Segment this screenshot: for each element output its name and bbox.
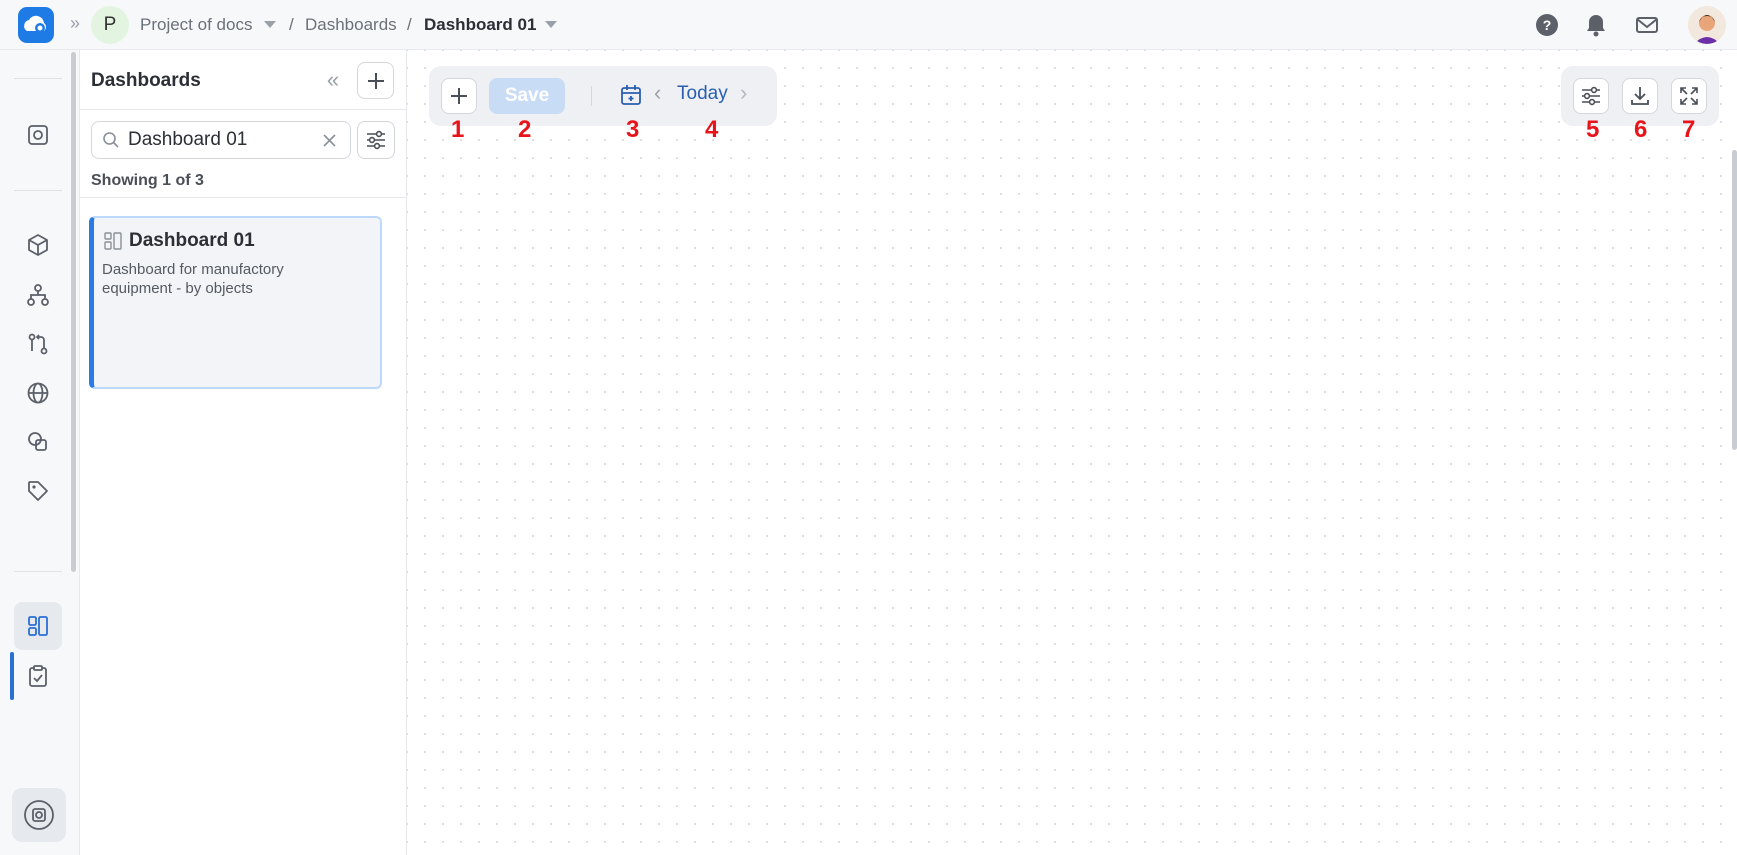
download-button[interactable] <box>1622 78 1658 114</box>
rail-item-globe[interactable] <box>14 369 62 417</box>
bell-icon[interactable] <box>1583 12 1609 38</box>
annotation-label: 5 <box>1586 116 1600 143</box>
project-avatar[interactable]: P <box>91 6 129 44</box>
rail-item-compare[interactable] <box>14 320 62 368</box>
divider <box>80 197 407 198</box>
results-count: Showing 1 of 3 <box>91 172 204 189</box>
globe-icon <box>27 382 49 404</box>
search-field[interactable] <box>91 121 351 159</box>
plus-icon <box>367 72 384 89</box>
add-dashboard-button[interactable] <box>357 62 394 99</box>
git-compare-icon <box>28 333 48 355</box>
shapes-icon <box>28 432 47 451</box>
dashboard-canvas[interactable] <box>407 50 1737 855</box>
rail-item-objects[interactable] <box>14 221 62 269</box>
list-item[interactable]: Dashboard 01 Dashboard for manufactory e… <box>89 216 382 389</box>
divider <box>80 109 407 110</box>
rail-item-overview[interactable] <box>14 111 62 159</box>
chevron-down-icon[interactable] <box>264 21 276 28</box>
top-bar: » P Project of docs / Dashboards / Dashb… <box>0 0 1737 50</box>
dashboard-toolbar: Save ‹ Today › <box>429 66 777 126</box>
dashboards-panel: Dashboards « Showing 1 of 3 Dashb <box>80 50 407 855</box>
plus-icon <box>451 88 467 104</box>
chevron-down-icon[interactable] <box>545 21 557 28</box>
calendar-icon[interactable] <box>619 83 643 107</box>
close-icon[interactable] <box>322 133 337 148</box>
clipboard-check-icon <box>29 665 47 687</box>
annotation-label: 3 <box>626 116 640 143</box>
rail-item-hierarchy[interactable] <box>14 271 62 319</box>
left-rail <box>0 50 80 855</box>
rail-item-shapes[interactable] <box>14 418 62 466</box>
annotation-label: 1 <box>451 116 465 143</box>
mail-icon[interactable] <box>1634 12 1660 38</box>
dashboard-icon <box>28 616 48 636</box>
add-widget-button[interactable] <box>441 78 477 114</box>
annotation-label: 2 <box>518 116 532 143</box>
dashboard-icon <box>104 232 122 250</box>
divider <box>14 571 62 572</box>
rail-item-tasks[interactable] <box>14 652 62 700</box>
save-button[interactable]: Save <box>489 78 565 114</box>
list-item-title: Dashboard 01 <box>129 230 255 251</box>
breadcrumb-dashboards[interactable]: Dashboards <box>305 15 397 35</box>
rail-item-settings[interactable] <box>12 788 66 842</box>
annotation-label: 7 <box>1682 116 1696 143</box>
expand-icon <box>1680 87 1698 105</box>
divider <box>14 190 62 191</box>
svg-text:?: ? <box>1543 17 1552 33</box>
annotation-label: 6 <box>1634 116 1648 143</box>
tag-icon <box>28 481 48 501</box>
rail-item-dashboards[interactable] <box>14 602 62 650</box>
date-label[interactable]: Today <box>677 83 728 105</box>
expand-icon[interactable]: » <box>70 13 80 34</box>
filter-button[interactable] <box>357 121 395 159</box>
download-icon <box>1631 87 1649 105</box>
annotation-label: 4 <box>705 116 719 143</box>
breadcrumb-separator: / <box>407 15 412 34</box>
sliders-icon <box>1582 86 1600 106</box>
chevron-right-icon[interactable]: › <box>740 80 747 106</box>
cube-icon <box>28 234 48 256</box>
fullscreen-button[interactable] <box>1671 78 1707 114</box>
canvas-scrollbar[interactable] <box>1732 150 1737 450</box>
search-icon <box>103 132 119 148</box>
divider <box>14 78 62 79</box>
breadcrumb-project[interactable]: Project of docs <box>140 15 252 35</box>
breadcrumb-separator: / <box>289 15 294 34</box>
hierarchy-icon <box>27 284 49 306</box>
list-item-description: Dashboard for manufactory equipment - by… <box>102 261 284 297</box>
breadcrumb-current[interactable]: Dashboard 01 <box>424 15 536 35</box>
collapse-panel-icon[interactable]: « <box>318 66 348 96</box>
avatar[interactable] <box>1688 6 1726 44</box>
chevron-left-icon[interactable]: ‹ <box>654 80 661 106</box>
search-input[interactable] <box>128 128 318 152</box>
divider <box>591 86 592 106</box>
square-circle-icon <box>24 800 54 830</box>
cloud-logo-icon[interactable] <box>18 7 54 43</box>
help-icon[interactable]: ? <box>1534 12 1560 38</box>
sliders-icon <box>367 130 385 150</box>
rail-item-tags[interactable] <box>14 467 62 515</box>
square-circle-icon <box>28 125 48 145</box>
settings-button[interactable] <box>1573 78 1609 114</box>
rail-scrollbar[interactable] <box>71 52 76 572</box>
panel-title: Dashboards <box>91 70 201 91</box>
